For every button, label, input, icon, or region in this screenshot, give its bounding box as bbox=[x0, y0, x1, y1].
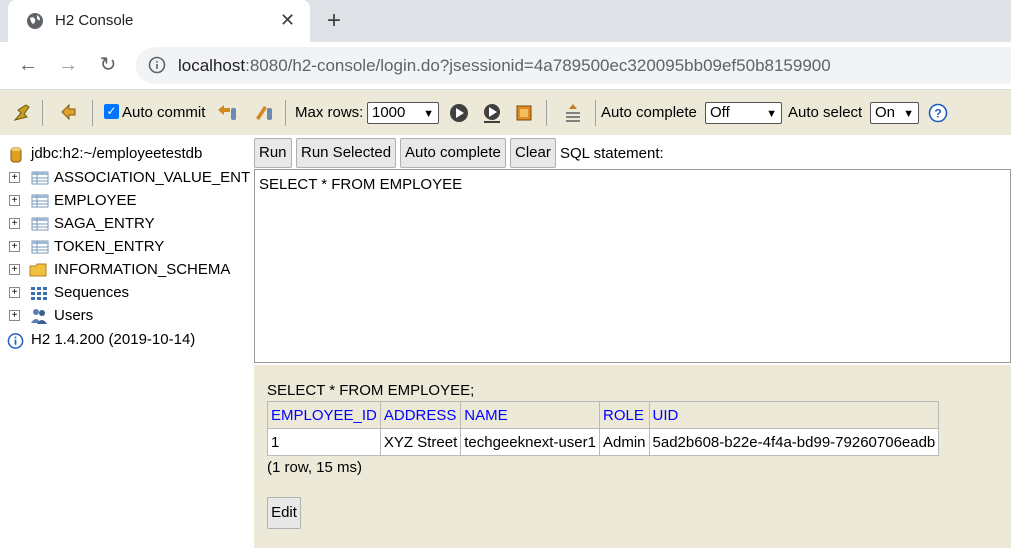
tree-item-label: EMPLOYEE bbox=[54, 192, 137, 209]
history-icon[interactable] bbox=[515, 102, 533, 124]
sql-text: SELECT * FROM EMPLOYEE bbox=[259, 176, 463, 193]
tree-item-label: SAGA_ENTRY bbox=[54, 215, 155, 232]
help-glyph: ? bbox=[934, 107, 941, 121]
new-tab-icon[interactable]: + bbox=[327, 8, 341, 34]
expand-icon[interactable]: + bbox=[9, 195, 20, 206]
run-icon[interactable] bbox=[449, 102, 469, 124]
result-status: (1 row, 15 ms) bbox=[267, 459, 363, 476]
info-icon[interactable] bbox=[148, 56, 166, 74]
database-icon bbox=[10, 147, 22, 163]
globe-icon bbox=[27, 13, 43, 29]
folder-icon bbox=[29, 263, 47, 277]
expand-icon[interactable]: + bbox=[9, 310, 20, 321]
result-query-echo: SELECT * FROM EMPLOYEE; bbox=[267, 382, 475, 399]
toolbar-separator bbox=[546, 100, 547, 126]
table-header-row: EMPLOYEE_ID ADDRESS NAME ROLE UID bbox=[267, 401, 940, 429]
table-icon bbox=[31, 171, 49, 185]
clear-button[interactable]: Clear bbox=[510, 138, 556, 168]
address-bar[interactable]: localhost:8080/h2-console/login.do?jsess… bbox=[136, 47, 1011, 84]
browser-tab-strip: H2 Console ✕ + bbox=[0, 0, 1011, 42]
toolbar-separator bbox=[92, 100, 93, 126]
browser-tab[interactable]: H2 Console ✕ bbox=[8, 0, 310, 42]
connection-label: jdbc:h2:~/employeetestdb bbox=[31, 145, 203, 162]
column-header[interactable]: UID bbox=[648, 401, 940, 429]
browser-navbar: ← → ↻ localhost:8080/h2-console/login.do… bbox=[0, 42, 1011, 90]
table-cell: 5ad2b608-b22e-4f4a-bd99-79260706eadb bbox=[648, 428, 940, 456]
max-rows-label: Max rows: bbox=[295, 104, 364, 121]
toolbar-separator bbox=[42, 100, 43, 126]
sequences-icon bbox=[31, 287, 47, 300]
chevron-down-icon: ▼ bbox=[423, 108, 434, 120]
table-cell: Admin bbox=[598, 428, 650, 456]
chevron-down-icon: ▼ bbox=[766, 108, 777, 120]
auto-select-select[interactable]: On ▼ bbox=[870, 102, 919, 124]
table-icon bbox=[31, 217, 49, 231]
version-label: H2 1.4.200 (2019-10-14) bbox=[31, 331, 196, 348]
table-cell: XYZ Street bbox=[379, 428, 462, 456]
sql-template-icon[interactable] bbox=[563, 102, 583, 124]
edit-button[interactable]: Edit bbox=[267, 497, 301, 529]
table-cell: techgeeknext-user1 bbox=[460, 428, 600, 456]
table-icon bbox=[31, 194, 49, 208]
tree-item-label: ASSOCIATION_VALUE_ENT bbox=[54, 169, 251, 186]
auto-select-label: Auto select bbox=[788, 104, 863, 121]
expand-icon[interactable]: + bbox=[9, 287, 20, 298]
tree-item-label: TOKEN_ENTRY bbox=[54, 238, 165, 255]
rollback-icon[interactable] bbox=[216, 102, 238, 124]
table-row: 1 XYZ Street techgeeknext-user1 Admin 5a… bbox=[267, 428, 940, 456]
users-icon bbox=[31, 309, 47, 324]
run-button[interactable]: Run bbox=[254, 138, 292, 168]
back-arrow-icon[interactable]: ← bbox=[14, 51, 42, 79]
chevron-down-icon: ▼ bbox=[903, 108, 914, 120]
disconnect-icon[interactable] bbox=[12, 102, 32, 124]
auto-select-value: On bbox=[875, 104, 896, 121]
expand-icon[interactable]: + bbox=[9, 264, 20, 275]
info-icon bbox=[7, 333, 24, 349]
query-button-row: Run Run Selected Auto complete Clear SQL… bbox=[254, 135, 1011, 169]
run-selected-icon[interactable] bbox=[481, 102, 503, 124]
sql-statement-label: SQL statement: bbox=[560, 145, 664, 162]
column-header[interactable]: NAME bbox=[460, 401, 600, 429]
auto-commit-label: Auto commit bbox=[122, 104, 206, 121]
toolbar-separator bbox=[595, 100, 596, 126]
table-icon bbox=[31, 240, 49, 254]
expand-icon[interactable]: + bbox=[9, 218, 20, 229]
help-icon[interactable]: ? bbox=[928, 102, 948, 124]
auto-complete-value: Off bbox=[710, 104, 730, 121]
result-table: EMPLOYEE_ID ADDRESS NAME ROLE UID 1 XYZ … bbox=[267, 401, 940, 456]
url-path: :8080/h2-console/login.do?jsessionid=4a7… bbox=[245, 56, 831, 75]
auto-complete-button[interactable]: Auto complete bbox=[400, 138, 506, 168]
table-cell: 1 bbox=[267, 428, 381, 456]
url-text: localhost:8080/h2-console/login.do?jsess… bbox=[178, 56, 831, 76]
auto-complete-select[interactable]: Off ▼ bbox=[705, 102, 782, 124]
max-rows-select[interactable]: 1000 ▼ bbox=[367, 102, 439, 124]
url-host: localhost bbox=[178, 56, 246, 75]
column-header[interactable]: ROLE bbox=[598, 401, 650, 429]
schema-tree: jdbc:h2:~/employeetestdb + ASSOCIATION_V… bbox=[0, 135, 254, 548]
tab-title: H2 Console bbox=[55, 12, 134, 29]
tree-item-label: Sequences bbox=[54, 284, 130, 301]
auto-commit-checkbox[interactable]: ✓ bbox=[104, 104, 119, 119]
column-header[interactable]: ADDRESS bbox=[379, 401, 462, 429]
expand-icon[interactable]: + bbox=[9, 241, 20, 252]
result-panel: SELECT * FROM EMPLOYEE; EMPLOYEE_ID ADDR… bbox=[254, 365, 1011, 548]
auto-complete-label: Auto complete bbox=[601, 104, 697, 121]
tree-item-label: Users bbox=[54, 307, 94, 324]
sql-editor[interactable]: SELECT * FROM EMPLOYEE bbox=[254, 169, 1011, 363]
forward-arrow-icon[interactable]: → bbox=[54, 51, 82, 79]
h2-toolbar: ✓ Auto commit Max rows: 1000 ▼ Auto comp… bbox=[0, 90, 1011, 135]
refresh-icon[interactable] bbox=[58, 102, 80, 124]
commit-icon[interactable] bbox=[252, 102, 274, 124]
tree-item-label: INFORMATION_SCHEMA bbox=[54, 261, 231, 278]
reload-icon[interactable]: ↻ bbox=[94, 51, 122, 79]
run-selected-button[interactable]: Run Selected bbox=[296, 138, 397, 168]
expand-icon[interactable]: + bbox=[9, 172, 20, 183]
max-rows-value: 1000 bbox=[372, 104, 406, 121]
column-header[interactable]: EMPLOYEE_ID bbox=[267, 401, 381, 429]
toolbar-separator bbox=[285, 100, 286, 126]
close-tab-icon[interactable]: ✕ bbox=[280, 9, 295, 31]
